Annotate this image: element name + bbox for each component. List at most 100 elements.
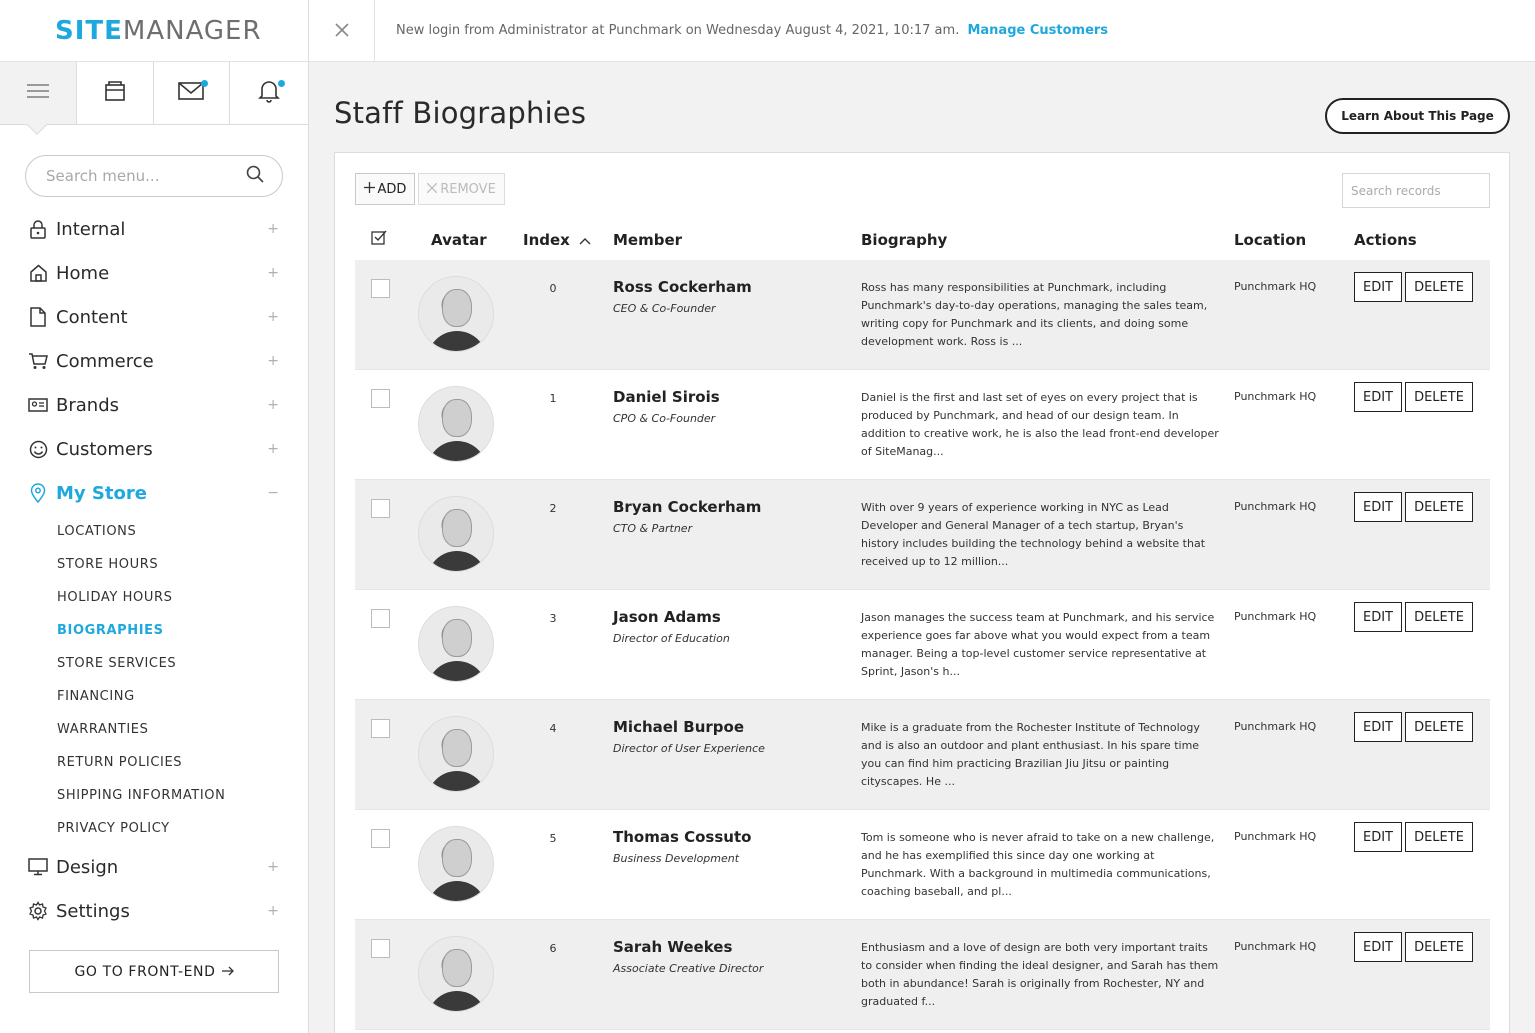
notification-text: New login from Administrator at Punchmar… [396,23,960,38]
logo-manager: MANAGER [122,15,262,46]
sidebar-item-commerce[interactable]: Commerce + [0,339,309,383]
sidebar-item-home[interactable]: Home + [0,251,309,295]
expand-icon[interactable]: + [267,441,279,457]
mail-button[interactable] [154,62,231,124]
submenu-item-warranties[interactable]: WARRANTIES [57,713,309,746]
avatar [418,716,494,792]
row-index: 4 [549,722,557,735]
add-button[interactable]: ADD [355,173,415,205]
expand-icon[interactable]: + [267,221,279,237]
submenu-item-financing[interactable]: FINANCING [57,680,309,713]
sidebar-nav: Internal + Home + Content + Commerce + B… [0,207,309,933]
row-checkbox[interactable] [371,389,390,408]
arrow-right-icon [221,964,234,980]
table-row: 5 Thomas Cossuto Business Development To… [355,810,1490,920]
row-index: 5 [549,832,557,845]
sidebar-item-brands[interactable]: Brands + [0,383,309,427]
go-to-front-end-button[interactable]: GO TO FRONT-END [29,950,279,993]
member-name: Sarah Weekes [613,938,733,956]
hamburger-menu-button[interactable] [0,62,77,135]
notifications-button[interactable] [230,62,308,124]
delete-button[interactable]: DELETE [1405,932,1473,962]
sidebar-item-design[interactable]: Design + [0,845,309,889]
member-location: Punchmark HQ [1234,940,1317,953]
submenu-item-store-hours[interactable]: STORE HOURS [57,548,309,581]
sidebar-item-customers[interactable]: Customers + [0,427,309,471]
member-location: Punchmark HQ [1234,830,1317,843]
submenu-item-locations[interactable]: LOCATIONS [57,515,309,548]
member-role: Director of User Experience [613,742,765,755]
manage-customers-link[interactable]: Manage Customers [967,23,1108,38]
sidebar-item-content[interactable]: Content + [0,295,309,339]
expand-icon[interactable]: + [267,397,279,413]
table-row: 1 Daniel Sirois CPO & Co-Founder Daniel … [355,370,1490,480]
sidebar-item-settings[interactable]: Settings + [0,889,309,933]
collapse-icon[interactable]: − [267,485,279,501]
member-biography: With over 9 years of experience working … [861,501,1206,568]
column-header-index[interactable]: Index [523,231,591,249]
expand-icon[interactable]: + [267,903,279,919]
delete-button[interactable]: DELETE [1405,822,1473,852]
sidebar-item-my-store[interactable]: My Store − [0,471,309,515]
menu-search-input[interactable]: Search menu... [25,155,283,197]
member-location: Punchmark HQ [1234,390,1317,403]
sort-ascending-icon [579,231,591,249]
app-logo[interactable]: SITE MANAGER [0,0,308,62]
store-button[interactable] [77,62,154,124]
delete-button[interactable]: DELETE [1405,272,1473,302]
submenu-item-privacy-policy[interactable]: PRIVACY POLICY [57,812,309,845]
row-checkbox[interactable] [371,939,390,958]
member-biography: Daniel is the first and last set of eyes… [861,391,1219,458]
member-location: Punchmark HQ [1234,720,1317,733]
row-checkbox[interactable] [371,829,390,848]
table-row: 0 Ross Cockerham CEO & Co-Founder Ross h… [355,260,1490,370]
page-title: Staff Biographies [334,96,587,130]
sidebar-item-label: Settings [56,900,130,922]
submenu-item-return-policies[interactable]: RETURN POLICIES [57,746,309,779]
submenu-item-holiday-hours[interactable]: HOLIDAY HOURS [57,581,309,614]
search-records-input[interactable] [1342,173,1490,208]
member-name: Ross Cockerham [613,278,752,296]
select-all-checkbox-icon[interactable] [371,230,387,250]
row-checkbox[interactable] [371,499,390,518]
member-role: Director of Education [613,632,730,645]
expand-icon[interactable]: + [267,353,279,369]
active-notch [27,115,47,135]
expand-icon[interactable]: + [267,309,279,325]
edit-button[interactable]: EDIT [1354,602,1402,632]
delete-button[interactable]: DELETE [1405,712,1473,742]
menu-search-placeholder: Search menu... [46,167,160,185]
id-card-icon [28,395,48,415]
sidebar-item-label: Home [56,262,110,284]
edit-button[interactable]: EDIT [1354,382,1402,412]
row-checkbox[interactable] [371,719,390,738]
submenu-item-shipping-information[interactable]: SHIPPING INFORMATION [57,779,309,812]
delete-button[interactable]: DELETE [1405,602,1473,632]
sidebar-item-label: Brands [56,394,119,416]
edit-button[interactable]: EDIT [1354,932,1402,962]
expand-icon[interactable]: + [267,859,279,875]
edit-button[interactable]: EDIT [1354,822,1402,852]
remove-button[interactable]: REMOVE [418,173,505,205]
row-checkbox[interactable] [371,609,390,628]
remove-label: REMOVE [440,181,496,197]
delete-button[interactable]: DELETE [1405,492,1473,522]
sidebar-item-internal[interactable]: Internal + [0,207,309,251]
edit-button[interactable]: EDIT [1354,712,1402,742]
expand-icon[interactable]: + [267,265,279,281]
location-pin-icon [28,483,48,503]
sidebar-item-label: Internal [56,218,126,240]
edit-button[interactable]: EDIT [1354,492,1402,522]
submenu-item-store-services[interactable]: STORE SERVICES [57,647,309,680]
sidebar-iconbar [0,62,308,135]
dismiss-notification-button[interactable] [309,0,375,62]
edit-button[interactable]: EDIT [1354,272,1402,302]
bell-icon [258,79,281,107]
delete-button[interactable]: DELETE [1405,382,1473,412]
learn-about-page-button[interactable]: Learn About This Page [1325,98,1510,134]
table-header: Avatar Index Member Biography Location A… [355,219,1490,261]
smile-icon [28,439,48,459]
sidebar-item-label: Customers [56,438,153,460]
submenu-item-biographies[interactable]: BIOGRAPHIES [57,614,309,647]
row-checkbox[interactable] [371,279,390,298]
